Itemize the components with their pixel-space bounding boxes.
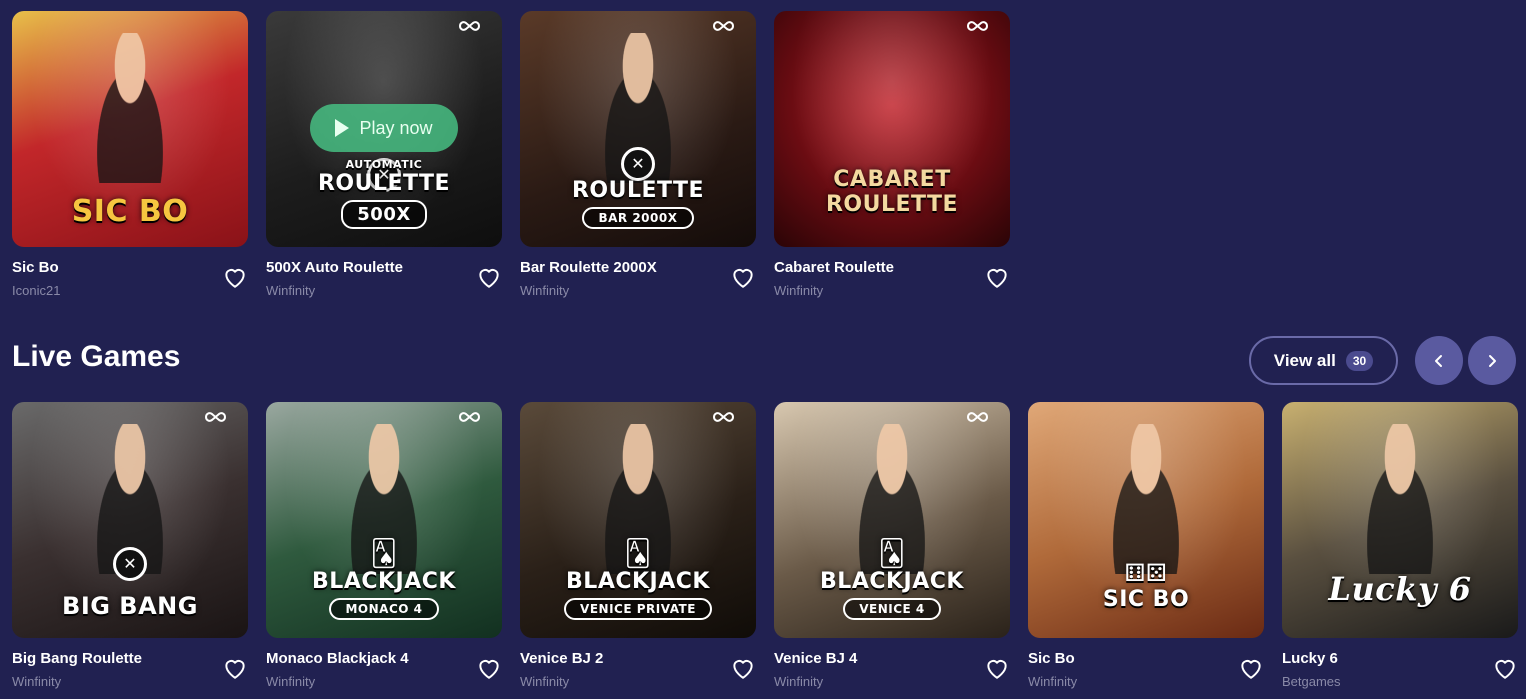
game-thumbnail[interactable]: SIC BO [12, 11, 248, 247]
view-all-count-badge: 30 [1345, 350, 1374, 371]
chevron-right-icon [1489, 354, 1496, 367]
heart-icon[interactable] [1238, 656, 1264, 680]
game-provider: Iconic21 [12, 283, 61, 298]
game-title[interactable]: Venice BJ 2 [520, 650, 756, 667]
heart-icon[interactable] [1492, 656, 1518, 680]
game-card[interactable]: 🂡 BLACKJACK MONACO 4 Monaco Blackjack 4 … [266, 402, 502, 698]
heart-icon[interactable] [476, 656, 502, 680]
dealer-figure [1352, 424, 1448, 574]
game-thumbnail[interactable]: CABARET ROULETTE [774, 11, 1010, 247]
carousel-prev-button[interactable] [1415, 336, 1463, 385]
game-title[interactable]: Cabaret Roulette [774, 259, 1010, 276]
winfinity-icon [458, 412, 481, 422]
game-logo: Lucky 6 [1328, 570, 1472, 608]
game-row-top: SIC BO Sic Bo Iconic21 Play now ✕ AUTOMA… [12, 11, 1010, 307]
heart-icon[interactable] [730, 265, 756, 289]
game-title[interactable]: Bar Roulette 2000X [520, 259, 756, 276]
game-thumbnail[interactable]: ⚅⚄ SIC BO [1028, 402, 1264, 638]
game-logo: BIG BANG [62, 592, 198, 620]
game-card[interactable]: ⚅⚄ SIC BO Sic Bo Winfinity [1028, 402, 1264, 698]
game-card[interactable]: ✕ BIG BANG Big Bang Roulette Winfinity [12, 402, 248, 698]
game-provider: Winfinity [774, 283, 824, 298]
dealer-figure [1098, 424, 1194, 574]
game-provider: Winfinity [1028, 674, 1078, 689]
game-title[interactable]: 500X Auto Roulette [266, 259, 502, 276]
view-all-button[interactable]: View all 30 [1249, 336, 1398, 385]
carousel-next-button[interactable] [1468, 336, 1516, 385]
game-thumbnail[interactable]: Lucky 6 [1282, 402, 1518, 638]
game-logo: ROULETTE BAR 2000X [520, 178, 756, 229]
heart-icon[interactable] [730, 656, 756, 680]
game-thumbnail[interactable]: Play now ✕ AUTOMATIC ROULETTE 500X [266, 11, 502, 247]
game-provider: Winfinity [266, 674, 316, 689]
cards-icon: 🂡 [878, 539, 906, 569]
game-row-live: ✕ BIG BANG Big Bang Roulette Winfinity 🂡… [12, 402, 1518, 698]
game-thumbnail[interactable]: 🂡 BLACKJACK VENICE PRIVATE [520, 402, 756, 638]
game-provider: Winfinity [12, 674, 62, 689]
game-card[interactable]: 🂡 BLACKJACK VENICE 4 Venice BJ 4 Winfini… [774, 402, 1010, 698]
game-logo: 🂡 BLACKJACK MONACO 4 [266, 539, 502, 620]
chevron-left-icon [1435, 354, 1442, 367]
roulette-logo-icon: ✕ [113, 547, 147, 581]
dice-icon: ⚅⚄ [1124, 559, 1168, 587]
game-logo: AUTOMATIC ROULETTE 500X [266, 158, 502, 229]
game-thumbnail[interactable]: 🂡 BLACKJACK VENICE 4 [774, 402, 1010, 638]
winfinity-icon [966, 21, 989, 31]
game-thumbnail[interactable]: ✕ ROULETTE BAR 2000X [520, 11, 756, 247]
game-logo: 🂡 BLACKJACK VENICE 4 [774, 539, 1010, 620]
play-icon [335, 119, 350, 137]
section-title-live-games: Live Games [12, 340, 181, 373]
dealer-figure [82, 33, 178, 183]
heart-icon[interactable] [984, 656, 1010, 680]
game-card[interactable]: 🂡 BLACKJACK VENICE PRIVATE Venice BJ 2 W… [520, 402, 756, 698]
game-provider: Betgames [1282, 674, 1341, 689]
game-thumbnail[interactable]: 🂡 BLACKJACK MONACO 4 [266, 402, 502, 638]
game-provider: Winfinity [520, 674, 570, 689]
game-title[interactable]: Venice BJ 4 [774, 650, 1010, 667]
winfinity-icon [204, 412, 227, 422]
game-title[interactable]: Lucky 6 [1282, 650, 1518, 667]
game-provider: Winfinity [774, 674, 824, 689]
game-card[interactable]: SIC BO Sic Bo Iconic21 [12, 11, 248, 307]
game-thumbnail[interactable]: ✕ BIG BANG [12, 402, 248, 638]
game-logo: 🂡 BLACKJACK VENICE PRIVATE [520, 539, 756, 620]
heart-icon[interactable] [222, 265, 248, 289]
heart-icon[interactable] [222, 656, 248, 680]
winfinity-icon [458, 21, 481, 31]
game-title[interactable]: Monaco Blackjack 4 [266, 650, 502, 667]
winfinity-icon [712, 21, 735, 31]
winfinity-icon [712, 412, 735, 422]
game-logo: ⚅⚄ SIC BO [1028, 559, 1264, 612]
game-provider: Winfinity [266, 283, 316, 298]
game-logo: SIC BO [71, 194, 189, 229]
game-card[interactable]: ✕ ROULETTE BAR 2000X Bar Roulette 2000X … [520, 11, 756, 307]
heart-icon[interactable] [476, 265, 502, 289]
game-provider: Winfinity [520, 283, 570, 298]
game-card[interactable]: CABARET ROULETTE Cabaret Roulette Winfin… [774, 11, 1010, 307]
game-logo: CABARET ROULETTE [825, 167, 959, 217]
roulette-logo-icon: ✕ [621, 147, 655, 181]
game-title[interactable]: Sic Bo [1028, 650, 1264, 667]
game-title[interactable]: Big Bang Roulette [12, 650, 248, 667]
game-card[interactable]: Lucky 6 Lucky 6 Betgames [1282, 402, 1518, 698]
game-title[interactable]: Sic Bo [12, 259, 248, 276]
game-card[interactable]: Play now ✕ AUTOMATIC ROULETTE 500X 500X … [266, 11, 502, 307]
winfinity-icon [966, 412, 989, 422]
play-now-button[interactable]: Play now [310, 104, 458, 152]
cards-icon: 🂡 [624, 539, 652, 569]
heart-icon[interactable] [984, 265, 1010, 289]
cards-icon: 🂡 [370, 539, 398, 569]
